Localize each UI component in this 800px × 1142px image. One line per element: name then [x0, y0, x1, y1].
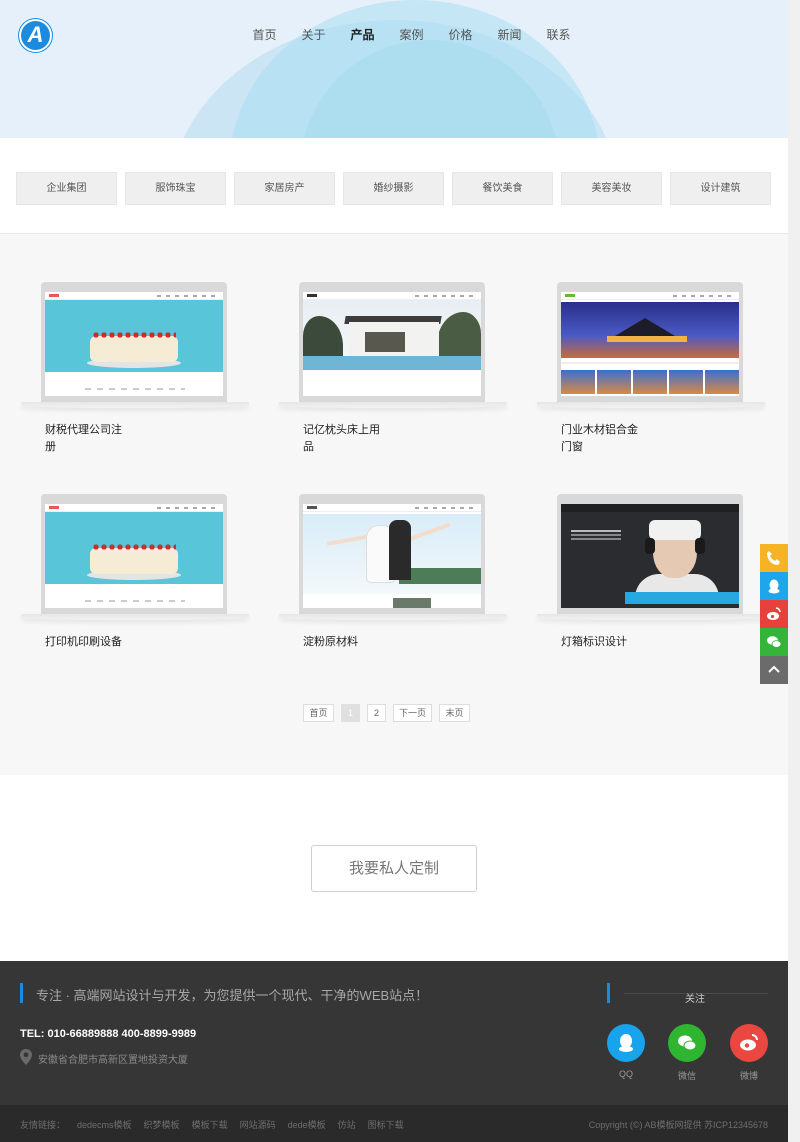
product-card[interactable]: 门业木材铝合金 门窗: [537, 282, 765, 462]
page-2[interactable]: 2: [367, 704, 386, 722]
wechat-icon: [678, 1035, 697, 1051]
back-to-top-button[interactable]: [760, 656, 788, 684]
phone-icon: [767, 551, 780, 565]
laptop-base: [279, 402, 507, 408]
laptop-frame: [557, 282, 743, 402]
category-wedding[interactable]: 婚纱摄影: [343, 172, 444, 205]
product-title[interactable]: 财税代理公司注册: [45, 422, 149, 456]
footer-address: 安徽省合肥市高新区置地投资大厦: [38, 1055, 188, 1066]
laptop-base: [21, 614, 249, 620]
float-phone-button[interactable]: [760, 544, 788, 572]
nav-item-about[interactable]: 关于: [289, 27, 338, 43]
product-title[interactable]: 淀粉原材料: [303, 634, 407, 651]
laptop-frame: [41, 494, 227, 614]
header-banner: [0, 0, 788, 138]
site-logo[interactable]: A: [19, 19, 52, 52]
friend-link[interactable]: 模板下载: [192, 1118, 228, 1131]
float-qq-button[interactable]: [760, 572, 788, 600]
product-thumbnail[interactable]: [561, 504, 739, 608]
product-card[interactable]: 记亿枕头床上用品: [279, 282, 507, 462]
footer-bottom-bar: 友情链接： dedecms模板 织梦模板 模板下载 网站源码 dede模板 仿站…: [0, 1105, 788, 1142]
category-realestate[interactable]: 家居房产: [234, 172, 335, 205]
qq-icon: [768, 579, 780, 594]
page-last[interactable]: 末页: [439, 704, 470, 722]
nav-item-products[interactable]: 产品: [338, 27, 387, 43]
page-1[interactable]: 1: [341, 704, 360, 722]
nav-item-news[interactable]: 新闻: [485, 27, 534, 43]
nav-item-contact[interactable]: 联系: [534, 27, 583, 43]
page-next[interactable]: 下一页: [393, 704, 432, 722]
qq-icon: [619, 1034, 633, 1052]
category-beauty[interactable]: 美容美妆: [561, 172, 662, 205]
product-thumbnail[interactable]: [303, 504, 481, 608]
page-scrollbar[interactable]: [788, 0, 800, 1142]
friend-links: 友情链接： dedecms模板 织梦模板 模板下载 网站源码 dede模板 仿站…: [20, 1118, 416, 1131]
weibo-label: 微博: [739, 1071, 758, 1081]
product-card[interactable]: 灯箱标识设计: [537, 494, 765, 674]
nav-item-home[interactable]: 首页: [240, 27, 289, 43]
weibo-button[interactable]: [730, 1024, 768, 1062]
footer-tagline: 专注 · 高端网站设计与开发，为您提供一个现代、干净的WEB站点！: [36, 988, 429, 1003]
footer-telephone: TEL: 010-66889888 400-8899-9989: [20, 1028, 197, 1040]
product-thumbnail[interactable]: [303, 292, 481, 396]
laptop-base: [21, 402, 249, 408]
product-thumbnail[interactable]: [45, 504, 223, 608]
friend-link[interactable]: 仿站: [338, 1118, 356, 1131]
product-title[interactable]: 门业木材铝合金 门窗: [561, 422, 665, 456]
qq-button[interactable]: [607, 1024, 645, 1062]
product-card[interactable]: 财税代理公司注册: [21, 282, 249, 462]
friend-links-label: 友情链接：: [20, 1120, 66, 1130]
friend-link[interactable]: 图标下载: [368, 1118, 404, 1131]
pagination: 首页 1 2 下一页 末页: [303, 704, 477, 722]
product-title[interactable]: 记亿枕头床上用品: [303, 422, 407, 456]
wechat-label: 微信: [677, 1071, 696, 1081]
category-filter: 企业集团 服饰珠宝 家居房产 婚纱摄影 餐饮美食 美容美妆 设计建筑: [16, 172, 779, 205]
logo-letter: A: [27, 22, 44, 47]
copyright: Copyright (©) AB模板网提供 苏ICP12345678: [588, 1120, 768, 1130]
laptop-frame: [41, 282, 227, 402]
weibo-icon: [740, 1034, 758, 1051]
main-nav: 首页 关于 产品 案例 价格 新闻 联系: [240, 27, 583, 43]
friend-link[interactable]: 织梦模板: [144, 1118, 180, 1131]
product-title[interactable]: 灯箱标识设计: [561, 634, 665, 651]
float-weibo-button[interactable]: [760, 600, 788, 628]
product-title[interactable]: 打印机印刷设备: [45, 634, 149, 651]
location-pin-icon: [20, 1049, 32, 1065]
qq-label: QQ: [618, 1069, 633, 1079]
category-food[interactable]: 餐饮美食: [452, 172, 553, 205]
footer: 专注 · 高端网站设计与开发，为您提供一个现代、干净的WEB站点！ TEL: 0…: [0, 961, 788, 1105]
nav-item-cases[interactable]: 案例: [387, 27, 436, 43]
friend-link[interactable]: 网站源码: [240, 1118, 276, 1131]
float-wechat-button[interactable]: [760, 628, 788, 656]
product-card[interactable]: 打印机印刷设备: [21, 494, 249, 674]
category-enterprise[interactable]: 企业集团: [16, 172, 117, 205]
product-thumbnail[interactable]: [561, 292, 739, 396]
weibo-icon: [767, 607, 781, 620]
category-architecture[interactable]: 设计建筑: [670, 172, 771, 205]
laptop-frame: [299, 282, 485, 402]
back-to-top-icon: [768, 665, 780, 673]
product-card[interactable]: 淀粉原材料: [279, 494, 507, 674]
accent-bar: [20, 983, 23, 1003]
custom-order-button[interactable]: 我要私人定制: [311, 845, 477, 892]
laptop-frame: [299, 494, 485, 614]
wechat-icon: [767, 636, 782, 648]
friend-link[interactable]: dede模板: [288, 1118, 326, 1131]
laptop-frame: [557, 494, 743, 614]
wechat-button[interactable]: [668, 1024, 706, 1062]
page-first[interactable]: 首页: [303, 704, 334, 722]
follow-heading: 关注: [685, 994, 705, 1005]
accent-bar: [607, 983, 610, 1003]
product-thumbnail[interactable]: [45, 292, 223, 396]
nav-item-pricing[interactable]: 价格: [436, 27, 485, 43]
laptop-base: [537, 614, 765, 620]
friend-link[interactable]: dedecms模板: [77, 1118, 132, 1131]
category-apparel[interactable]: 服饰珠宝: [125, 172, 226, 205]
laptop-base: [537, 402, 765, 408]
laptop-base: [279, 614, 507, 620]
